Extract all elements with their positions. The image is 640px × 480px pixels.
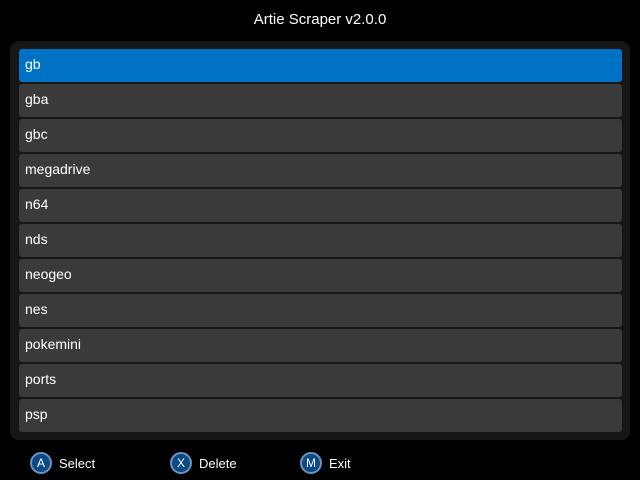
app-title: Artie Scraper v2.0.0 (253, 11, 387, 28)
system-list-item[interactable]: psp (19, 399, 622, 432)
select-hint-label: Select (59, 455, 96, 471)
system-list: gb gba gbc megadrive n64 nds neogeo nes … (19, 49, 622, 434)
select-hint[interactable]: A Select (30, 450, 95, 476)
system-list-item[interactable]: megadrive (19, 154, 622, 187)
system-list-item[interactable]: ports (19, 364, 622, 397)
system-list-item[interactable]: n64 (19, 189, 622, 222)
m-button-icon: M (300, 452, 322, 474)
button-hint-bar: A Select X Delete M Exit (0, 450, 640, 476)
delete-hint-label: Delete (199, 455, 237, 471)
system-list-item[interactable]: gba (19, 84, 622, 117)
system-list-item[interactable]: nds (19, 224, 622, 257)
a-button-icon: A (30, 452, 52, 474)
system-list-item[interactable]: gb (19, 49, 622, 82)
exit-hint[interactable]: M Exit (300, 450, 351, 476)
system-list-item[interactable]: gbc (19, 119, 622, 152)
x-button-icon: X (170, 452, 192, 474)
delete-hint[interactable]: X Delete (170, 450, 237, 476)
system-list-item[interactable]: neogeo (19, 259, 622, 292)
system-list-item[interactable]: nes (19, 294, 622, 327)
exit-hint-label: Exit (329, 455, 351, 471)
system-list-item[interactable]: pokemini (19, 329, 622, 362)
system-list-panel: gb gba gbc megadrive n64 nds neogeo nes … (10, 41, 630, 440)
app-screen: Artie Scraper v2.0.0 gb gba gbc megadriv… (0, 0, 640, 480)
